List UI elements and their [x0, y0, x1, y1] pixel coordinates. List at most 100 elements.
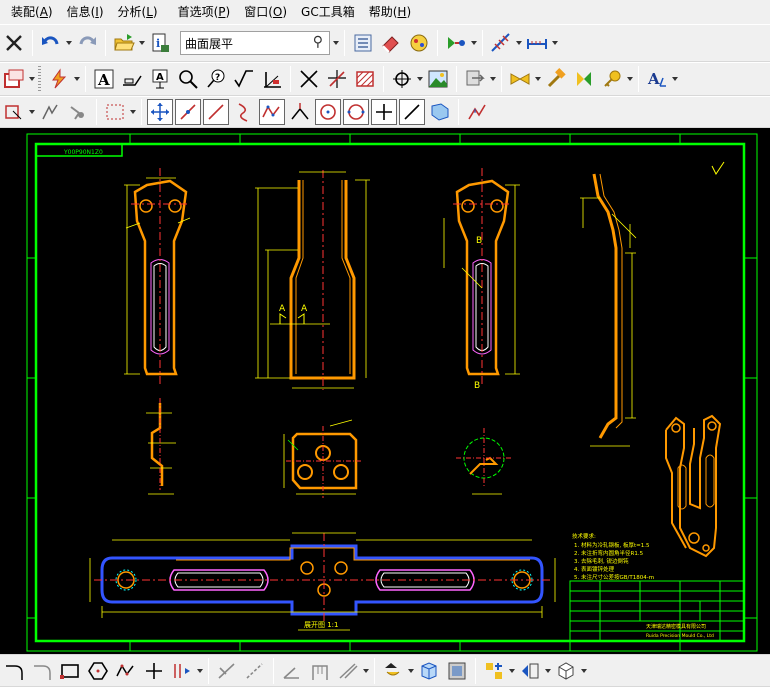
circle-point-icon[interactable] [343, 99, 369, 125]
assembly-dropdown[interactable] [544, 658, 552, 684]
text-style-dropdown[interactable] [671, 66, 679, 92]
target-dropdown[interactable] [416, 66, 424, 92]
replace-dropdown[interactable] [489, 66, 497, 92]
command-search-field[interactable]: 曲面展平 ⚲ [180, 31, 330, 55]
cube-icon[interactable] [416, 658, 442, 684]
bracket-icon[interactable] [307, 658, 333, 684]
zoom-icon[interactable] [175, 66, 201, 92]
open-folder-icon[interactable] [111, 30, 137, 56]
eraser-icon[interactable] [378, 30, 404, 56]
mirror-dropdown[interactable] [407, 658, 415, 684]
offset-icon[interactable] [169, 658, 195, 684]
tool-icon[interactable] [481, 658, 507, 684]
menu-assembly[interactable]: 装配(A) [4, 1, 60, 23]
mirror-icon[interactable] [380, 658, 406, 684]
box-select-dropdown[interactable] [129, 99, 137, 125]
offset-dropdown[interactable] [196, 658, 204, 684]
toolbar-separator [273, 657, 274, 684]
key-icon[interactable] [599, 66, 625, 92]
snap-icon[interactable] [37, 99, 63, 125]
help-icon[interactable]: ? [203, 66, 229, 92]
undo-dropdown[interactable] [65, 30, 73, 56]
datum-icon[interactable] [259, 66, 285, 92]
tool-dropdown[interactable] [508, 658, 516, 684]
circle-center-icon[interactable] [287, 99, 313, 125]
dimension-dropdown[interactable] [515, 30, 523, 56]
snap-point-icon[interactable] [65, 99, 91, 125]
measure-dropdown[interactable] [551, 30, 559, 56]
slash-icon[interactable] [399, 99, 425, 125]
snap-lightning-icon[interactable] [46, 66, 72, 92]
measure-icon[interactable] [524, 30, 550, 56]
menu-gc-toolbox[interactable]: GC工具箱 [294, 1, 362, 23]
layer-list-icon[interactable] [350, 30, 376, 56]
sketch-polyline-icon[interactable] [113, 658, 139, 684]
trim-icon[interactable] [214, 658, 240, 684]
key-dropdown[interactable] [626, 66, 634, 92]
dim-icon[interactable] [335, 658, 361, 684]
menu-window[interactable]: 窗口(O) [237, 1, 294, 23]
angle-icon[interactable] [259, 99, 285, 125]
info-icon[interactable]: i [147, 30, 173, 56]
rectangle-icon[interactable] [57, 658, 83, 684]
sqrt-icon[interactable] [231, 66, 257, 92]
intersect-icon[interactable] [324, 66, 350, 92]
dimension-grid-icon[interactable] [488, 30, 514, 56]
shade-dropdown[interactable] [580, 658, 588, 684]
select-filter-icon[interactable] [1, 99, 27, 125]
hammer-icon[interactable] [543, 66, 569, 92]
extend-icon[interactable] [242, 658, 268, 684]
menu-analysis[interactable]: 分析(L) [111, 1, 165, 23]
arrow-vector-icon[interactable] [443, 30, 469, 56]
menu-preferences[interactable]: 首选项(P) [171, 1, 238, 23]
cross-icon[interactable] [296, 66, 322, 92]
box-select-icon[interactable] [102, 99, 128, 125]
text-annotation-icon[interactable]: A [91, 66, 117, 92]
arc-icon[interactable] [1, 658, 27, 684]
open-dropdown[interactable] [138, 30, 146, 56]
pin-icon[interactable] [571, 66, 597, 92]
drawing-canvas[interactable]: Y00P90N1Z0 A A B B 展开图 1:1 技术要求: 1. 材料为冷… [0, 128, 770, 654]
toolbar-grip[interactable] [38, 66, 41, 92]
hexagon-icon[interactable] [85, 658, 111, 684]
drawing-sheet[interactable]: Y00P90N1Z0 A A B B 展开图 1:1 技术要求: 1. 材料为冷… [0, 128, 770, 654]
snap-dropdown[interactable] [73, 66, 81, 92]
layer-icon[interactable] [444, 658, 470, 684]
leader-icon[interactable] [119, 66, 145, 92]
info-text-icon[interactable]: A [147, 66, 173, 92]
redo-icon[interactable] [74, 30, 100, 56]
circle-icon[interactable] [315, 99, 341, 125]
bow-tie-icon[interactable] [507, 66, 533, 92]
part-view-icon[interactable] [1, 66, 27, 92]
search-icon[interactable]: ⚲ [313, 34, 323, 50]
dim-dropdown[interactable] [362, 658, 370, 684]
vector-dropdown[interactable] [470, 30, 478, 56]
sketch-plus-icon[interactable] [141, 658, 167, 684]
menu-information[interactable]: 信息(I) [60, 1, 111, 23]
hatch-icon[interactable] [352, 66, 378, 92]
image-icon[interactable] [425, 66, 451, 92]
assembly-icon[interactable] [517, 658, 543, 684]
command-search-dropdown[interactable] [332, 30, 340, 56]
curve-icon[interactable] [203, 99, 229, 125]
bow-tie-dropdown[interactable] [534, 66, 542, 92]
chamfer-icon[interactable] [279, 658, 305, 684]
fillet-icon[interactable] [29, 658, 55, 684]
polyline-icon[interactable] [231, 99, 257, 125]
menu-help[interactable]: 帮助(H) [362, 1, 418, 23]
toolbar-separator [32, 30, 33, 56]
select-filter-dropdown[interactable] [28, 99, 36, 125]
plus-icon[interactable] [371, 99, 397, 125]
pattern-icon[interactable] [406, 30, 432, 56]
undo-icon[interactable] [38, 30, 64, 56]
part-view-dropdown[interactable] [28, 66, 36, 92]
replace-icon[interactable] [462, 66, 488, 92]
view-icon[interactable] [427, 99, 453, 125]
move-icon[interactable] [147, 99, 173, 125]
shade-icon[interactable] [553, 658, 579, 684]
close-icon[interactable] [1, 30, 27, 56]
line-point-icon[interactable] [175, 99, 201, 125]
text-style-icon[interactable]: A [644, 66, 670, 92]
target-icon[interactable] [389, 66, 415, 92]
vector-icon[interactable] [464, 99, 490, 125]
